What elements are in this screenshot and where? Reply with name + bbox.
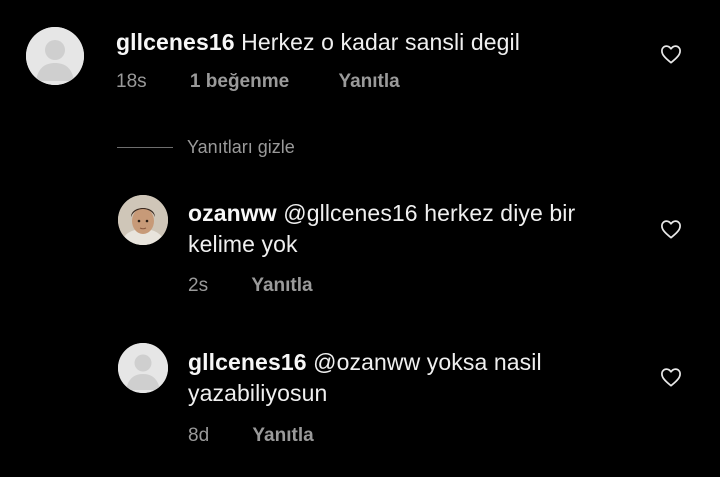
- comment-item: gllcenes16 Herkez o kadar sansli degil 1…: [0, 0, 720, 110]
- person-silhouette-icon: [118, 343, 168, 393]
- heart-outline-icon[interactable]: [660, 367, 682, 387]
- reply-item: ozanww @gllcenes16 herkez diye bir kelim…: [0, 180, 720, 310]
- reply-meta: 2s Yanıtla: [188, 275, 313, 297]
- profile-photo-icon: [118, 195, 168, 245]
- reply-body-line2: yazabiliyosun: [188, 380, 328, 406]
- reply-time: 8d: [188, 425, 210, 446]
- reply-text: gllcenes16 @ozanww yoksa nasil yazabiliy…: [188, 347, 648, 409]
- reply-button[interactable]: Yanıtla: [338, 71, 399, 93]
- reply-button[interactable]: Yanıtla: [252, 425, 313, 447]
- reply-username[interactable]: gllcenes16: [188, 349, 307, 375]
- comment-body: Herkez o kadar sansli degil: [241, 29, 520, 55]
- reply-body-line1: @gllcenes16 herkez diye bir: [283, 200, 576, 226]
- heart-outline-icon[interactable]: [660, 219, 682, 239]
- reply-button[interactable]: Yanıtla: [251, 275, 312, 297]
- hide-replies-toggle[interactable]: Yanıtları gizle: [117, 134, 295, 160]
- avatar[interactable]: [118, 343, 168, 393]
- reply-body-line1: @ozanww yoksa nasil: [313, 349, 542, 375]
- reply-text: ozanww @gllcenes16 herkez diye bir kelim…: [188, 198, 648, 260]
- comment-text: gllcenes16 Herkez o kadar sansli degil: [116, 27, 656, 58]
- reply-body-line2: kelime yok: [188, 231, 298, 257]
- comment-time: 18s: [116, 71, 147, 92]
- heart-outline-icon[interactable]: [660, 44, 682, 64]
- divider: [117, 146, 173, 148]
- likes-count-link[interactable]: 1 beğenme: [190, 71, 289, 93]
- hide-replies-label[interactable]: Yanıtları gizle: [187, 137, 295, 158]
- comment-username[interactable]: gllcenes16: [116, 29, 235, 55]
- person-silhouette-icon: [26, 27, 84, 85]
- reply-username[interactable]: ozanww: [188, 200, 277, 226]
- reply-meta: 8d Yanıtla: [188, 425, 314, 447]
- reply-item: gllcenes16 @ozanww yoksa nasil yazabiliy…: [0, 330, 720, 460]
- comment-meta: 18s 1 beğenme Yanıtla: [116, 71, 400, 93]
- avatar[interactable]: [118, 195, 168, 245]
- avatar[interactable]: [26, 27, 84, 85]
- reply-time: 2s: [188, 275, 209, 296]
